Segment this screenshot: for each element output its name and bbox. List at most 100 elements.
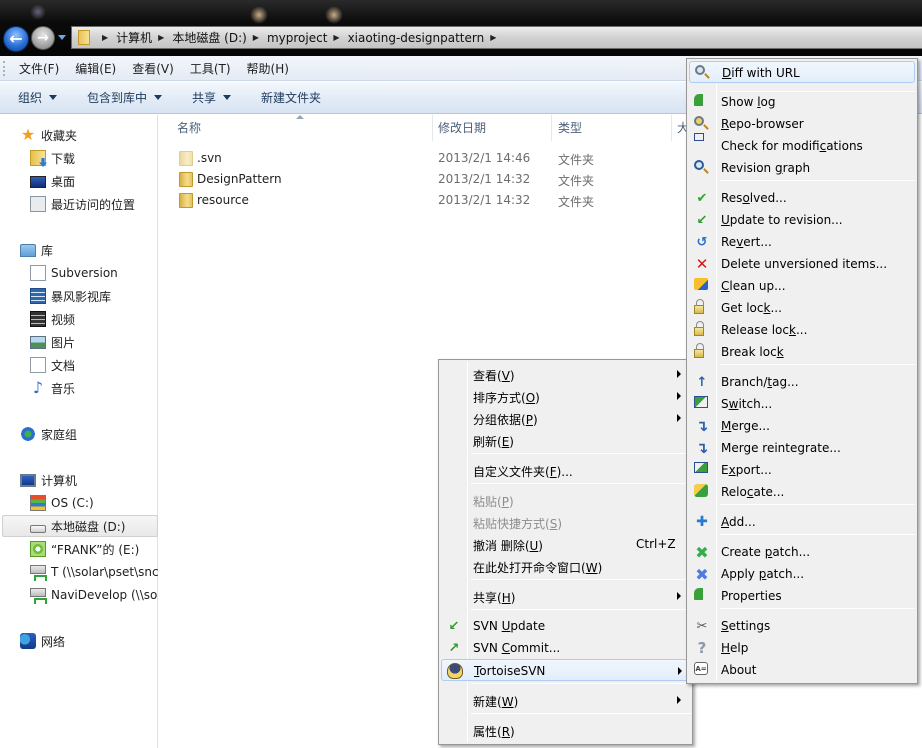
nav-network-drive-navidevelop[interactable]: NaviDevelop (\\so: [30, 584, 158, 606]
navigation-pane[interactable]: ★ 收藏夹 下载 桌面 最近访问的位置 库 Subversion 暴风影视库 视频…: [0, 115, 158, 748]
tortoisesvn-menu-item[interactable]: A= About: [689, 659, 915, 681]
recent-pages-dropdown[interactable]: [58, 35, 66, 40]
tortoisesvn-menu-item[interactable]: Revision graph: [689, 157, 915, 179]
tortoisesvn-menu-item[interactable]: ↙ Update to revision...: [689, 209, 915, 231]
nav-network[interactable]: 网络: [20, 630, 65, 652]
nav-library-videos[interactable]: 视频: [30, 308, 75, 330]
tortoisesvn-menu-item[interactable]: ✕ Delete unversioned items...: [689, 253, 915, 275]
tortoisesvn-menu-item[interactable]: Show log: [689, 91, 915, 113]
menu-item-label: 撤消 删除(U): [473, 539, 543, 553]
file-row[interactable]: resource 2013/2/1 14:32 文件夹: [159, 190, 689, 211]
nav-recent-places[interactable]: 最近访问的位置: [30, 193, 135, 215]
breadcrumb-drive-d[interactable]: 本地磁盘 (D:): [172, 29, 246, 46]
settings-icon: ✂: [696, 618, 708, 634]
column-header-date[interactable]: 修改日期: [438, 115, 486, 141]
file-row[interactable]: DesignPattern 2013/2/1 14:32 文件夹: [159, 169, 689, 190]
tortoisesvn-menu-item[interactable]: Switch...: [689, 393, 915, 415]
tortoisesvn-menu-item[interactable]: ✖ Apply patch...: [689, 563, 915, 585]
nav-homegroup[interactable]: 家庭组: [20, 423, 77, 445]
nav-drive-c[interactable]: OS (C:): [30, 492, 94, 514]
menu-tools[interactable]: 工具(T): [190, 60, 231, 77]
tortoisesvn-menu-item[interactable]: Properties: [689, 585, 915, 607]
chevron-right-icon[interactable]: ▶: [102, 33, 108, 42]
tortoisesvn-menu-item[interactable]: ↑ Branch/tag...: [689, 371, 915, 393]
context-menu-item[interactable]: 新建(W): [441, 689, 690, 711]
chevron-right-icon[interactable]: ▶: [253, 33, 259, 42]
tortoisesvn-menu-item[interactable]: ↴ Merge reintegrate...: [689, 437, 915, 459]
tortoisesvn-menu-item[interactable]: ↴ Merge...: [689, 415, 915, 437]
nav-drive-e[interactable]: “FRANK”的 (E:): [30, 538, 139, 560]
context-menu-item[interactable]: 撤消 删除(U) Ctrl+Z: [441, 533, 690, 555]
address-bar[interactable]: ▶ 计算机 ▶ 本地磁盘 (D:) ▶ myproject ▶ xiaoting…: [71, 26, 922, 49]
nav-desktop[interactable]: 桌面: [30, 170, 75, 192]
menu-file[interactable]: 文件(F): [19, 60, 59, 77]
tortoisesvn-menu-item[interactable]: Clean up...: [689, 275, 915, 297]
share-button[interactable]: 共享: [192, 89, 232, 106]
new-folder-button[interactable]: 新建文件夹: [261, 89, 321, 106]
include-in-library-button[interactable]: 包含到库中: [87, 89, 163, 106]
context-menu-item[interactable]: ↗ SVN Commit...: [441, 637, 690, 659]
column-resize-handle[interactable]: [432, 115, 433, 141]
window-titlebar: ← → ▶ 计算机 ▶ 本地磁盘 (D:) ▶ myproject ▶ xiao…: [0, 0, 922, 56]
file-name: resource: [197, 193, 249, 207]
back-button[interactable]: ←: [3, 26, 29, 52]
column-resize-handle[interactable]: [551, 115, 552, 141]
export-icon: [694, 462, 708, 473]
nav-libraries[interactable]: 库: [20, 239, 53, 261]
tortoisesvn-menu-item[interactable]: ✂ Settings: [689, 615, 915, 637]
breadcrumb-myproject[interactable]: myproject: [267, 31, 327, 45]
nav-library-music[interactable]: ♪ 音乐: [30, 377, 75, 399]
menu-item-label: About: [721, 663, 757, 677]
context-menu-item[interactable]: ↙ SVN Update: [441, 615, 690, 637]
menu-edit[interactable]: 编辑(E): [75, 60, 116, 77]
tortoisesvn-menu-item[interactable]: Break lock: [689, 341, 915, 363]
nav-library-subversion[interactable]: Subversion: [30, 262, 118, 284]
nav-library-pictures[interactable]: 图片: [30, 331, 75, 353]
tortoisesvn-menu-item[interactable]: ✖ Create patch...: [689, 541, 915, 563]
context-menu-item[interactable]: 在此处打开命令窗口(W): [441, 555, 690, 577]
column-header-name[interactable]: 名称: [177, 115, 201, 141]
file-row[interactable]: .svn 2013/2/1 14:46 文件夹: [159, 148, 689, 169]
context-menu-item[interactable]: TortoiseSVN: [441, 659, 690, 681]
nav-drive-d[interactable]: 本地磁盘 (D:): [2, 515, 158, 537]
nav-library-baofeng[interactable]: 暴风影视库: [30, 285, 111, 307]
file-date: 2013/2/1 14:32: [438, 193, 531, 207]
chevron-right-icon[interactable]: ▶: [333, 33, 339, 42]
organize-button[interactable]: 组织: [18, 89, 58, 106]
chevron-right-icon[interactable]: ▶: [158, 33, 164, 42]
context-menu-item[interactable]: 刷新(E): [441, 429, 690, 451]
chevron-right-icon[interactable]: ▶: [490, 33, 496, 42]
tortoisesvn-menu-item[interactable]: ? Help: [689, 637, 915, 659]
column-resize-handle[interactable]: [671, 115, 672, 141]
context-menu-item[interactable]: 自定义文件夹(F)...: [441, 459, 690, 481]
context-menu-item[interactable]: 查看(V): [441, 363, 690, 385]
tortoisesvn-menu-item[interactable]: Export...: [689, 459, 915, 481]
context-menu-item[interactable]: 共享(H): [441, 585, 690, 607]
nav-downloads[interactable]: 下载: [30, 147, 75, 169]
lock-icon: [694, 299, 704, 314]
breadcrumb-xiaoting-designpattern[interactable]: xiaoting-designpattern: [348, 31, 485, 45]
nav-library-documents[interactable]: 文档: [30, 354, 75, 376]
tortoisesvn-menu-item[interactable]: ✚ Add...: [689, 511, 915, 533]
menu-separator: [471, 683, 691, 684]
tortoisesvn-menu-item[interactable]: Repo-browser: [689, 113, 915, 135]
tortoisesvn-menu-item[interactable]: Check for modifications: [689, 133, 915, 157]
unlock-icon: [694, 321, 704, 336]
context-menu-item[interactable]: 分组依据(P): [441, 407, 690, 429]
context-menu-item[interactable]: 属性(R): [441, 719, 690, 741]
nav-computer[interactable]: 计算机: [20, 469, 77, 491]
breadcrumb-computer[interactable]: 计算机: [116, 29, 152, 46]
tortoisesvn-menu-item[interactable]: ↺ Revert...: [689, 231, 915, 253]
column-header-type[interactable]: 类型: [558, 115, 582, 141]
nav-favorites[interactable]: ★ 收藏夹: [20, 124, 77, 146]
tortoisesvn-menu-item[interactable]: Release lock...: [689, 319, 915, 341]
nav-network-drive-t[interactable]: T (\\solar\pset\snc: [30, 561, 158, 583]
context-menu-item[interactable]: 排序方式(O): [441, 385, 690, 407]
menu-view[interactable]: 查看(V): [132, 60, 174, 77]
menu-help[interactable]: 帮助(H): [247, 60, 289, 77]
tortoisesvn-menu-item[interactable]: Diff with URL: [689, 61, 915, 83]
tortoisesvn-menu-item[interactable]: Relocate...: [689, 481, 915, 503]
tortoisesvn-menu-item[interactable]: Get lock...: [689, 297, 915, 319]
tortoisesvn-menu-item[interactable]: ✔ Resolved...: [689, 187, 915, 209]
forward-button[interactable]: →: [31, 26, 55, 50]
